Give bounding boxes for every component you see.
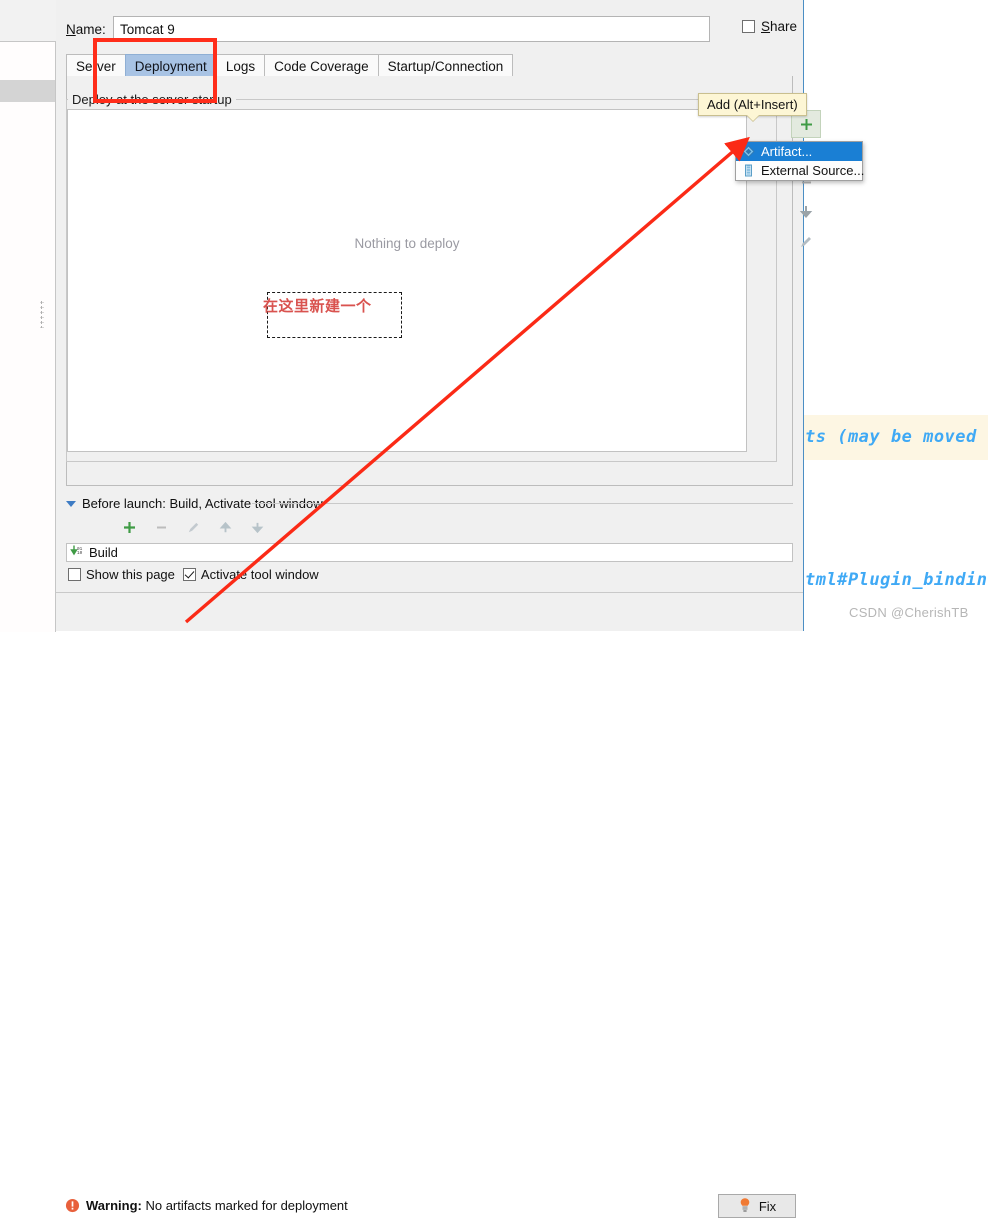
move-up-icon <box>218 520 233 538</box>
panel-splitter-handle[interactable] <box>40 300 44 328</box>
tab-deployment[interactable]: Deployment <box>124 54 217 77</box>
run-debug-configurations-dialog: Name: Share Server Deployment Logs Code … <box>56 0 821 1218</box>
before-launch-toolbar[interactable] <box>122 520 265 538</box>
artifact-diamond-icon <box>742 145 755 158</box>
name-input[interactable] <box>113 16 710 42</box>
remove-icon <box>154 520 169 538</box>
fix-button-label: Fix <box>758 1198 777 1214</box>
fix-button[interactable]: Fix <box>718 1194 796 1218</box>
deployment-artifact-list[interactable]: Nothing to deploy <box>67 109 747 452</box>
tab-logs[interactable]: Logs <box>215 54 266 77</box>
menu-item-external-source[interactable]: External Source... <box>736 161 865 180</box>
svg-text:10: 10 <box>77 551 83 556</box>
build-icon: 01 10 <box>70 544 84 561</box>
csdn-watermark: CSDN @CherishTB <box>849 605 969 620</box>
project-side-panel <box>0 0 56 632</box>
add-button-tooltip: Add (Alt+Insert) <box>698 93 807 122</box>
before-launch-task-list[interactable]: 01 10 Build <box>66 543 793 562</box>
show-this-page-label: Show this page <box>86 567 175 582</box>
editor-code-line-1: ts (may be moved t <box>805 427 988 447</box>
warning-text: Warning: No artifacts marked for deploym… <box>86 1198 348 1213</box>
empty-list-message: Nothing to deploy <box>354 236 460 251</box>
project-tree-selected-row[interactable] <box>0 80 55 102</box>
before-launch-rule <box>252 503 793 504</box>
warning-icon <box>65 1198 80 1216</box>
activate-tool-window-group[interactable]: Activate tool window <box>182 567 319 582</box>
name-label-text: ame: <box>75 22 106 37</box>
edit-pencil-icon <box>791 228 821 256</box>
move-down-icon <box>791 198 821 226</box>
warning-message: No artifacts marked for deployment <box>145 1198 348 1213</box>
before-launch-item-label: Build <box>89 545 118 560</box>
background-editor: ts (may be moved t tml#Plugin_bindin CSD… <box>803 0 988 631</box>
warning-prefix: Warning: <box>86 1198 142 1213</box>
share-label: Share <box>761 19 798 34</box>
edit-pencil-icon <box>186 520 201 538</box>
tab-server[interactable]: Server <box>66 54 126 77</box>
external-source-icon <box>742 164 755 177</box>
name-label: Name: <box>66 22 106 37</box>
share-checkbox-group[interactable]: Share <box>742 19 797 34</box>
activate-tool-window-label: Activate tool window <box>200 567 319 582</box>
before-launch-options[interactable]: Show this page Activate tool window <box>68 567 319 582</box>
activate-tool-window-checkbox[interactable] <box>182 568 196 581</box>
config-tab-bar[interactable]: Server Deployment Logs Code Coverage Sta… <box>66 53 793 77</box>
tab-startup-connection[interactable]: Startup/Connection <box>377 54 514 77</box>
tab-code-coverage[interactable]: Code Coverage <box>264 54 379 77</box>
show-this-page-group[interactable]: Show this page <box>68 567 175 582</box>
warning-bar: Warning: No artifacts marked for deploym… <box>56 593 803 1218</box>
deploy-group-title: Deploy at the server startup <box>68 92 236 107</box>
editor-code-line-2: tml#Plugin_bindin <box>805 570 988 590</box>
move-down-icon <box>250 520 265 538</box>
menu-item-artifact[interactable]: Artifact... <box>736 142 862 161</box>
lightbulb-icon <box>738 1197 752 1216</box>
show-this-page-checkbox[interactable] <box>68 568 81 581</box>
annotation-note-text: 在这里新建一个 <box>263 297 372 315</box>
menu-item-artifact-label: Artifact... <box>761 144 813 159</box>
share-checkbox[interactable] <box>742 20 755 33</box>
menu-item-external-source-label: External Source... <box>761 163 865 178</box>
add-popup-menu[interactable]: Artifact... External Source... <box>735 141 865 181</box>
chevron-down-icon[interactable] <box>66 500 76 507</box>
project-tree[interactable] <box>0 41 56 632</box>
add-icon[interactable] <box>122 520 137 538</box>
name-row: Name: Share <box>56 16 803 46</box>
